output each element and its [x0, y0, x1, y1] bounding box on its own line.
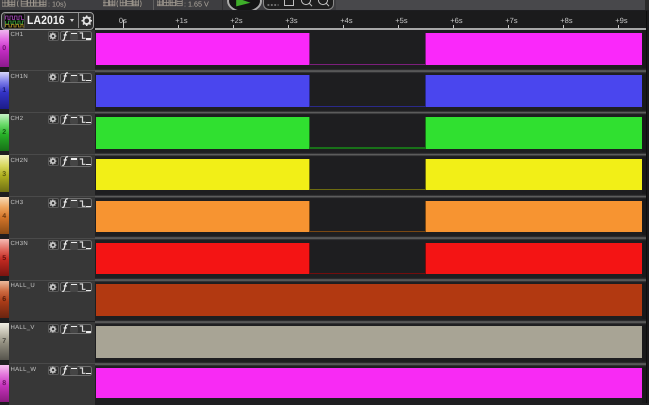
svg-text:: 10s): : 10s): [48, 0, 66, 9]
svg-text:: 1.65 V: : 1.65 V: [184, 0, 209, 9]
